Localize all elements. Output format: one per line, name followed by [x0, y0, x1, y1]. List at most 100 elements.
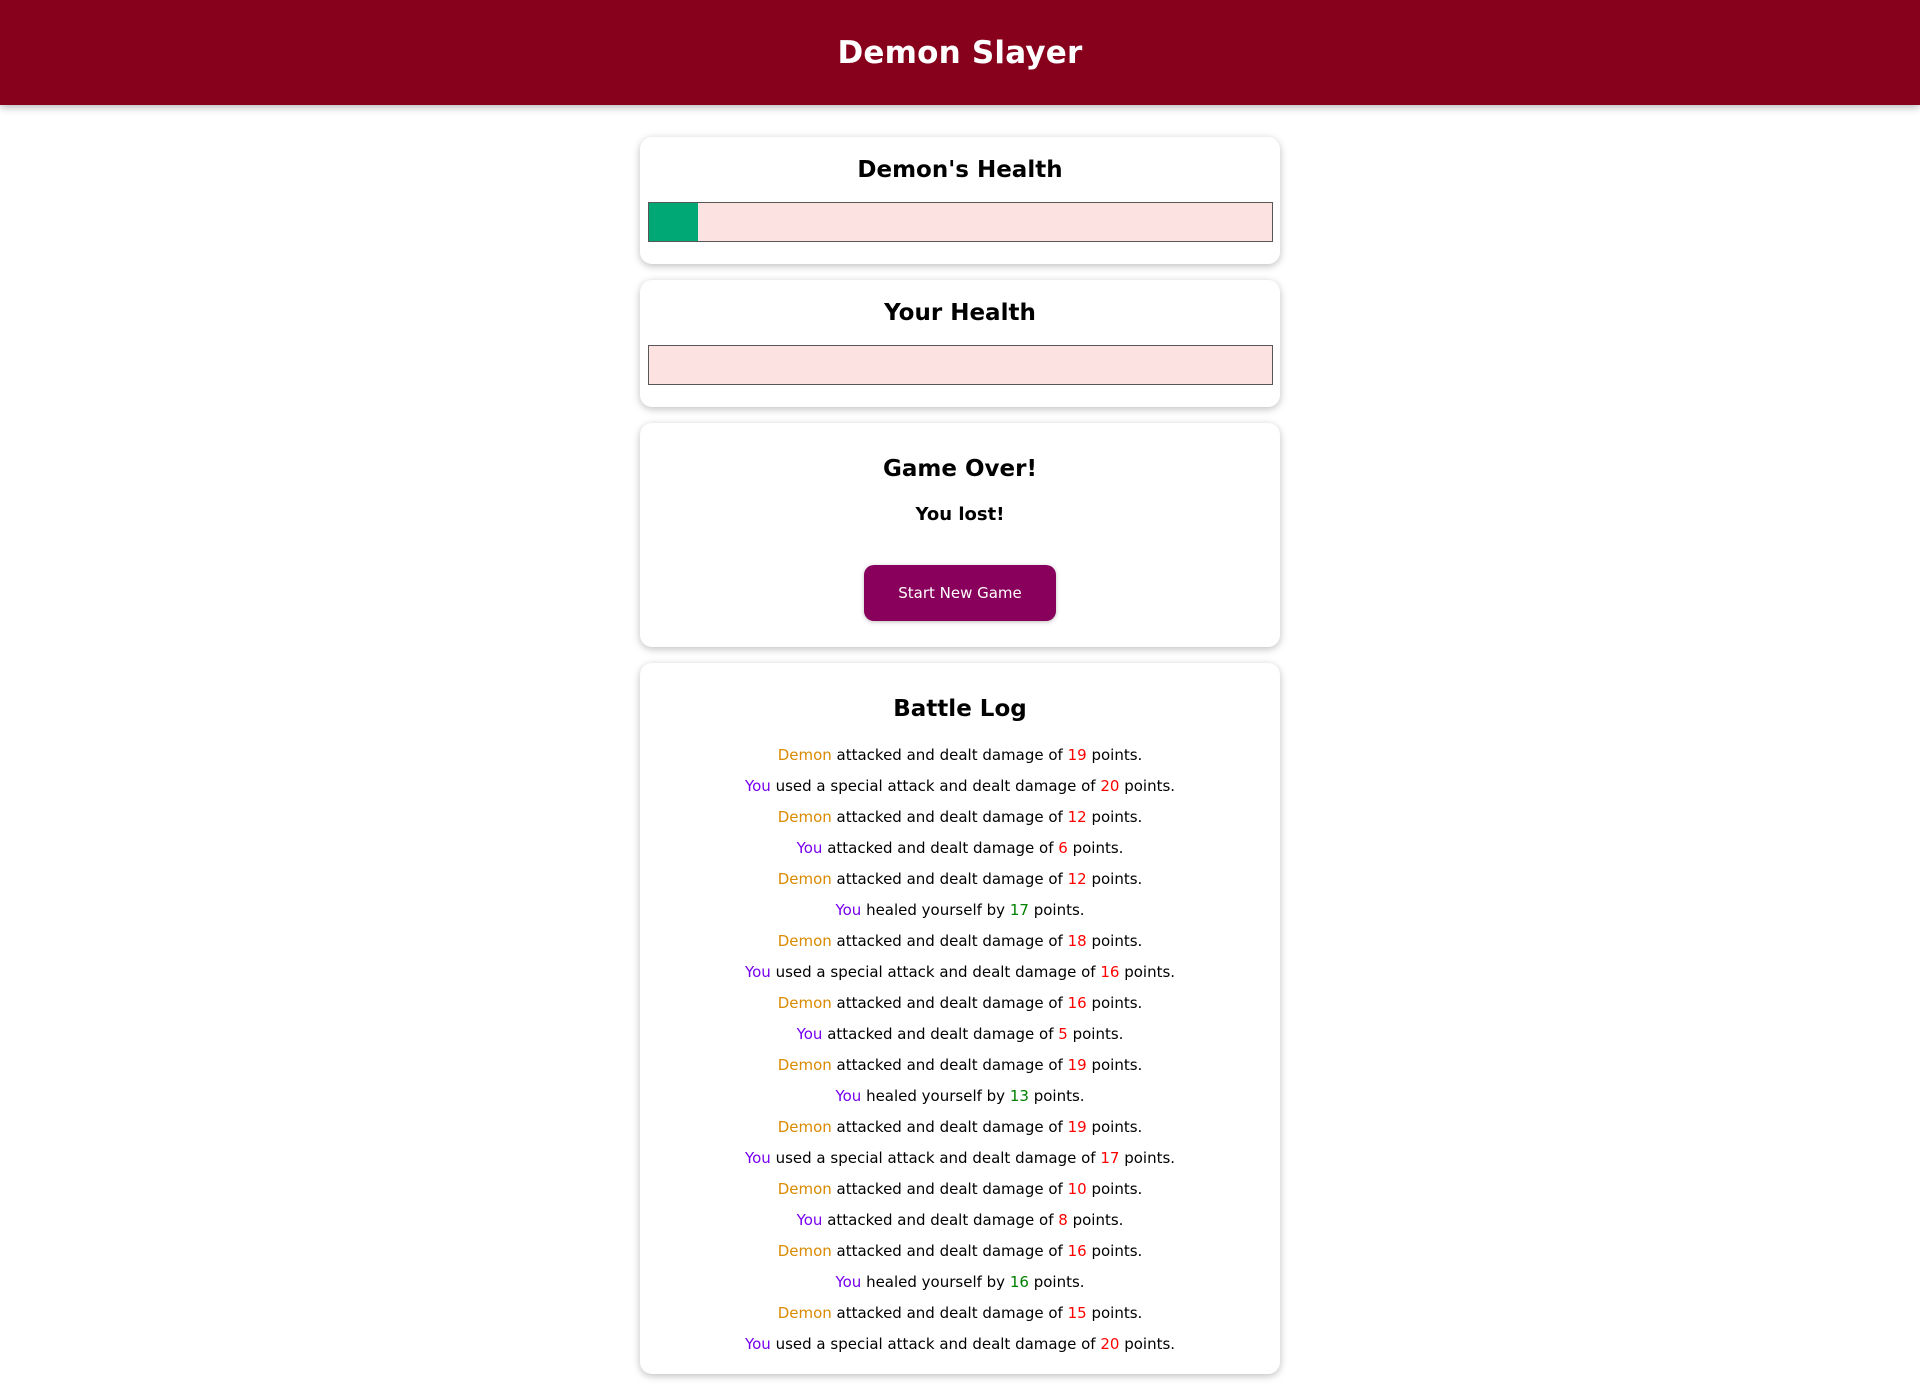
- log-heal-value: 13: [1009, 1087, 1029, 1105]
- log-entry: Demon attacked and dealt damage of 10 po…: [640, 1174, 1280, 1205]
- log-suffix: points.: [1086, 1242, 1143, 1260]
- log-actor: Demon: [777, 1118, 832, 1136]
- log-action-text: healed yourself by: [861, 1273, 1010, 1291]
- battle-log-card: Battle Log Demon attacked and dealt dama…: [640, 663, 1280, 1374]
- log-damage-value: 19: [1067, 1118, 1087, 1136]
- log-action-text: attacked and dealt damage of: [831, 1056, 1068, 1074]
- log-actor: You: [744, 963, 771, 981]
- log-damage-value: 17: [1100, 1149, 1120, 1167]
- log-actor: You: [744, 1149, 771, 1167]
- log-action-text: attacked and dealt damage of: [822, 839, 1059, 857]
- log-actor: Demon: [777, 1304, 832, 1322]
- log-damage-value: 20: [1100, 1335, 1120, 1353]
- log-suffix: points.: [1028, 1273, 1085, 1291]
- log-suffix: points.: [1067, 1211, 1124, 1229]
- game-over-card: Game Over! You lost! Start New Game: [640, 423, 1280, 647]
- log-entry: Demon attacked and dealt damage of 12 po…: [640, 864, 1280, 895]
- log-entry: You used a special attack and dealt dama…: [640, 1329, 1280, 1360]
- log-action-text: attacked and dealt damage of: [831, 870, 1068, 888]
- log-damage-value: 19: [1067, 1056, 1087, 1074]
- log-damage-value: 12: [1067, 870, 1087, 888]
- log-suffix: points.: [1119, 1335, 1176, 1353]
- log-suffix: points.: [1119, 963, 1176, 981]
- log-entry: You attacked and dealt damage of 8 point…: [640, 1205, 1280, 1236]
- log-action-text: attacked and dealt damage of: [831, 1118, 1068, 1136]
- game-over-heading: Game Over!: [883, 456, 1037, 482]
- log-suffix: points.: [1067, 839, 1124, 857]
- log-damage-value: 10: [1067, 1180, 1087, 1198]
- log-actor: Demon: [777, 746, 832, 764]
- log-suffix: points.: [1086, 1304, 1143, 1322]
- log-damage-value: 6: [1058, 839, 1068, 857]
- log-action-text: attacked and dealt damage of: [831, 1304, 1068, 1322]
- demon-health-fill: [648, 203, 699, 241]
- app-header: Demon Slayer: [0, 0, 1920, 105]
- log-action-text: healed yourself by: [861, 901, 1010, 919]
- log-suffix: points.: [1086, 1056, 1143, 1074]
- log-actor: You: [835, 1273, 862, 1291]
- log-suffix: points.: [1067, 1025, 1124, 1043]
- log-damage-value: 16: [1067, 994, 1087, 1012]
- log-action-text: attacked and dealt damage of: [822, 1211, 1059, 1229]
- log-action-text: attacked and dealt damage of: [822, 1025, 1059, 1043]
- log-heal-value: 17: [1009, 901, 1029, 919]
- log-actor: Demon: [777, 808, 832, 826]
- log-damage-value: 20: [1100, 777, 1120, 795]
- log-entry: You attacked and dealt damage of 6 point…: [640, 833, 1280, 864]
- log-suffix: points.: [1086, 932, 1143, 950]
- log-actor: Demon: [777, 1056, 832, 1074]
- log-actor: Demon: [777, 870, 832, 888]
- log-action-text: attacked and dealt damage of: [831, 808, 1068, 826]
- log-action-text: used a special attack and dealt damage o…: [770, 777, 1101, 795]
- log-damage-value: 16: [1100, 963, 1120, 981]
- game-result-text: You lost!: [915, 504, 1005, 525]
- log-entry: You used a special attack and dealt dama…: [640, 1143, 1280, 1174]
- demon-health-card: Demon's Health: [640, 137, 1280, 264]
- log-action-text: attacked and dealt damage of: [831, 932, 1068, 950]
- battle-log-list: Demon attacked and dealt damage of 19 po…: [640, 740, 1280, 1360]
- log-suffix: points.: [1086, 870, 1143, 888]
- log-action-text: attacked and dealt damage of: [831, 1242, 1068, 1260]
- log-entry: Demon attacked and dealt damage of 16 po…: [640, 1236, 1280, 1267]
- log-suffix: points.: [1086, 746, 1143, 764]
- log-entry: You healed yourself by 17 points.: [640, 895, 1280, 926]
- log-suffix: points.: [1028, 901, 1085, 919]
- log-entry: Demon attacked and dealt damage of 18 po…: [640, 926, 1280, 957]
- log-action-text: attacked and dealt damage of: [831, 746, 1068, 764]
- log-actor: Demon: [777, 1180, 832, 1198]
- log-entry: Demon attacked and dealt damage of 15 po…: [640, 1298, 1280, 1329]
- log-action-text: attacked and dealt damage of: [831, 1180, 1068, 1198]
- log-heal-value: 16: [1009, 1273, 1029, 1291]
- player-health-heading: Your Health: [884, 300, 1036, 326]
- log-actor: Demon: [777, 994, 832, 1012]
- log-entry: Demon attacked and dealt damage of 19 po…: [640, 740, 1280, 771]
- log-suffix: points.: [1119, 777, 1176, 795]
- log-actor: Demon: [777, 1242, 832, 1260]
- log-damage-value: 8: [1058, 1211, 1068, 1229]
- log-damage-value: 5: [1058, 1025, 1068, 1043]
- demon-health-bar: [647, 202, 1273, 242]
- log-entry: You healed yourself by 16 points.: [640, 1267, 1280, 1298]
- log-action-text: healed yourself by: [861, 1087, 1010, 1105]
- log-damage-value: 12: [1067, 808, 1087, 826]
- log-entry: You used a special attack and dealt dama…: [640, 771, 1280, 802]
- log-suffix: points.: [1119, 1149, 1176, 1167]
- player-health-card: Your Health: [640, 280, 1280, 407]
- log-entry: Demon attacked and dealt damage of 16 po…: [640, 988, 1280, 1019]
- log-suffix: points.: [1086, 994, 1143, 1012]
- log-action-text: used a special attack and dealt damage o…: [770, 963, 1101, 981]
- battle-log-heading: Battle Log: [893, 696, 1027, 722]
- log-action-text: attacked and dealt damage of: [831, 994, 1068, 1012]
- start-new-game-button[interactable]: Start New Game: [864, 565, 1056, 621]
- log-actor: Demon: [777, 932, 832, 950]
- log-actor: You: [796, 1025, 823, 1043]
- demon-health-heading: Demon's Health: [857, 157, 1063, 183]
- player-health-bar: [647, 345, 1273, 385]
- log-suffix: points.: [1086, 808, 1143, 826]
- log-action-text: used a special attack and dealt damage o…: [770, 1335, 1101, 1353]
- log-action-text: used a special attack and dealt damage o…: [770, 1149, 1101, 1167]
- log-entry: Demon attacked and dealt damage of 19 po…: [640, 1050, 1280, 1081]
- log-damage-value: 19: [1067, 746, 1087, 764]
- log-damage-value: 16: [1067, 1242, 1087, 1260]
- log-damage-value: 15: [1067, 1304, 1087, 1322]
